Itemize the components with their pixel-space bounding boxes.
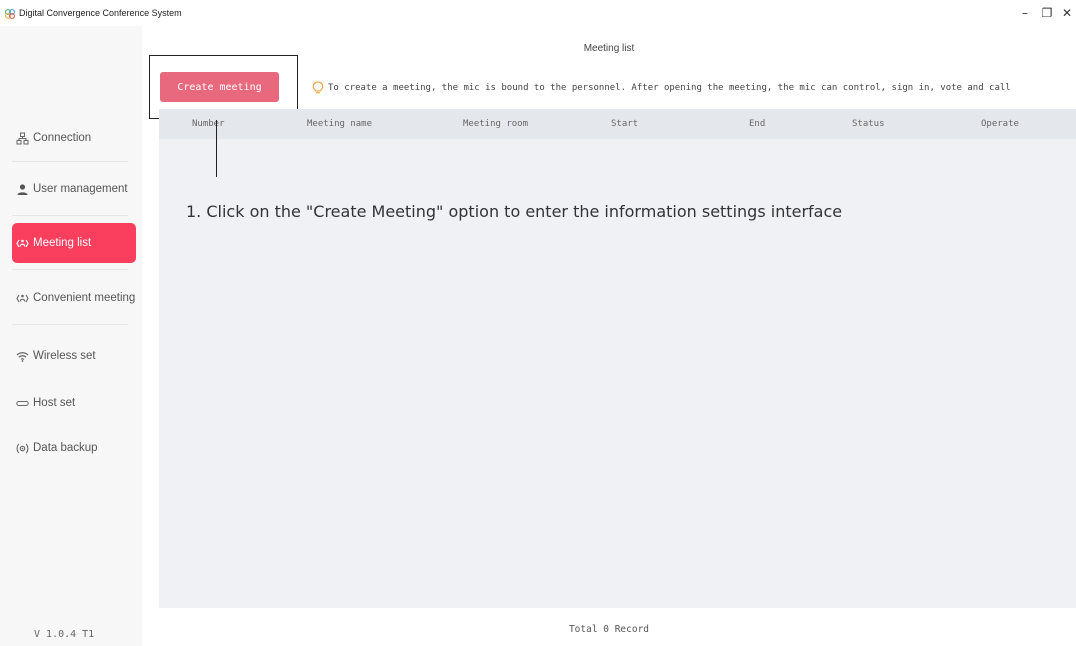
sidebar-item-label: Data backup xyxy=(33,442,98,454)
meeting-icon xyxy=(16,239,29,247)
convenient-meeting-icon xyxy=(16,294,29,302)
wifi-icon xyxy=(16,351,29,362)
version-label: V 1.0.4 T1 xyxy=(34,629,95,640)
column-header-end[interactable]: End xyxy=(749,119,765,129)
column-header-meeting-name[interactable]: Meeting name xyxy=(307,119,372,129)
sidebar-item-user-management[interactable]: User management xyxy=(12,169,136,209)
window-title: Digital Convergence Conference System xyxy=(19,8,182,18)
column-header-number[interactable]: Number xyxy=(192,119,225,129)
annotation-text: 1. Click on the "Create Meeting" option … xyxy=(186,202,843,221)
close-button[interactable]: ✕ xyxy=(1052,2,1076,24)
sidebar: Connection User management Meeting list … xyxy=(0,26,142,646)
sidebar-divider xyxy=(12,161,128,162)
sidebar-item-label: Host set xyxy=(33,397,76,409)
sidebar-item-convenient-meeting[interactable]: Convenient meeting xyxy=(12,278,136,318)
sidebar-item-label: Connection xyxy=(33,132,92,144)
host-icon xyxy=(16,400,29,406)
sidebar-divider xyxy=(12,269,128,270)
total-record-count: Total 0 Record xyxy=(568,624,650,635)
page-title: Meeting list xyxy=(583,43,635,54)
column-header-operate[interactable]: Operate xyxy=(981,119,1019,129)
sidebar-item-label: User management xyxy=(33,183,128,195)
lightbulb-icon xyxy=(312,81,324,94)
sidebar-item-connection[interactable]: Connection xyxy=(12,118,136,158)
sidebar-item-wireless-set[interactable]: Wireless set xyxy=(12,336,136,376)
table-header: Number Meeting name Meeting room Start E… xyxy=(159,109,1076,139)
column-header-meeting-room[interactable]: Meeting room xyxy=(463,119,528,129)
annotation-connector-line xyxy=(216,120,217,177)
connection-icon xyxy=(16,132,29,144)
hint-text: To create a meeting, the mic is bound to… xyxy=(328,83,1011,93)
sidebar-item-data-backup[interactable]: Data backup xyxy=(12,428,136,468)
meeting-table: Number Meeting name Meeting room Start E… xyxy=(159,109,1076,608)
sidebar-item-meeting-list[interactable]: Meeting list xyxy=(12,223,136,263)
sidebar-item-label: Convenient meeting xyxy=(33,292,136,304)
sidebar-divider xyxy=(12,324,128,325)
column-header-status[interactable]: Status xyxy=(852,119,885,129)
column-header-start[interactable]: Start xyxy=(611,119,638,129)
backup-icon xyxy=(16,443,29,453)
sidebar-divider xyxy=(12,215,128,216)
main-content: Meeting list Create meeting To create a … xyxy=(142,26,1076,646)
sidebar-item-label: Wireless set xyxy=(33,350,96,362)
title-bar: Digital Convergence Conference System – … xyxy=(0,0,1076,26)
user-icon xyxy=(17,183,28,195)
sidebar-item-host-set[interactable]: Host set xyxy=(12,383,136,423)
sidebar-item-label: Meeting list xyxy=(33,237,92,249)
app-logo-icon xyxy=(5,9,15,19)
